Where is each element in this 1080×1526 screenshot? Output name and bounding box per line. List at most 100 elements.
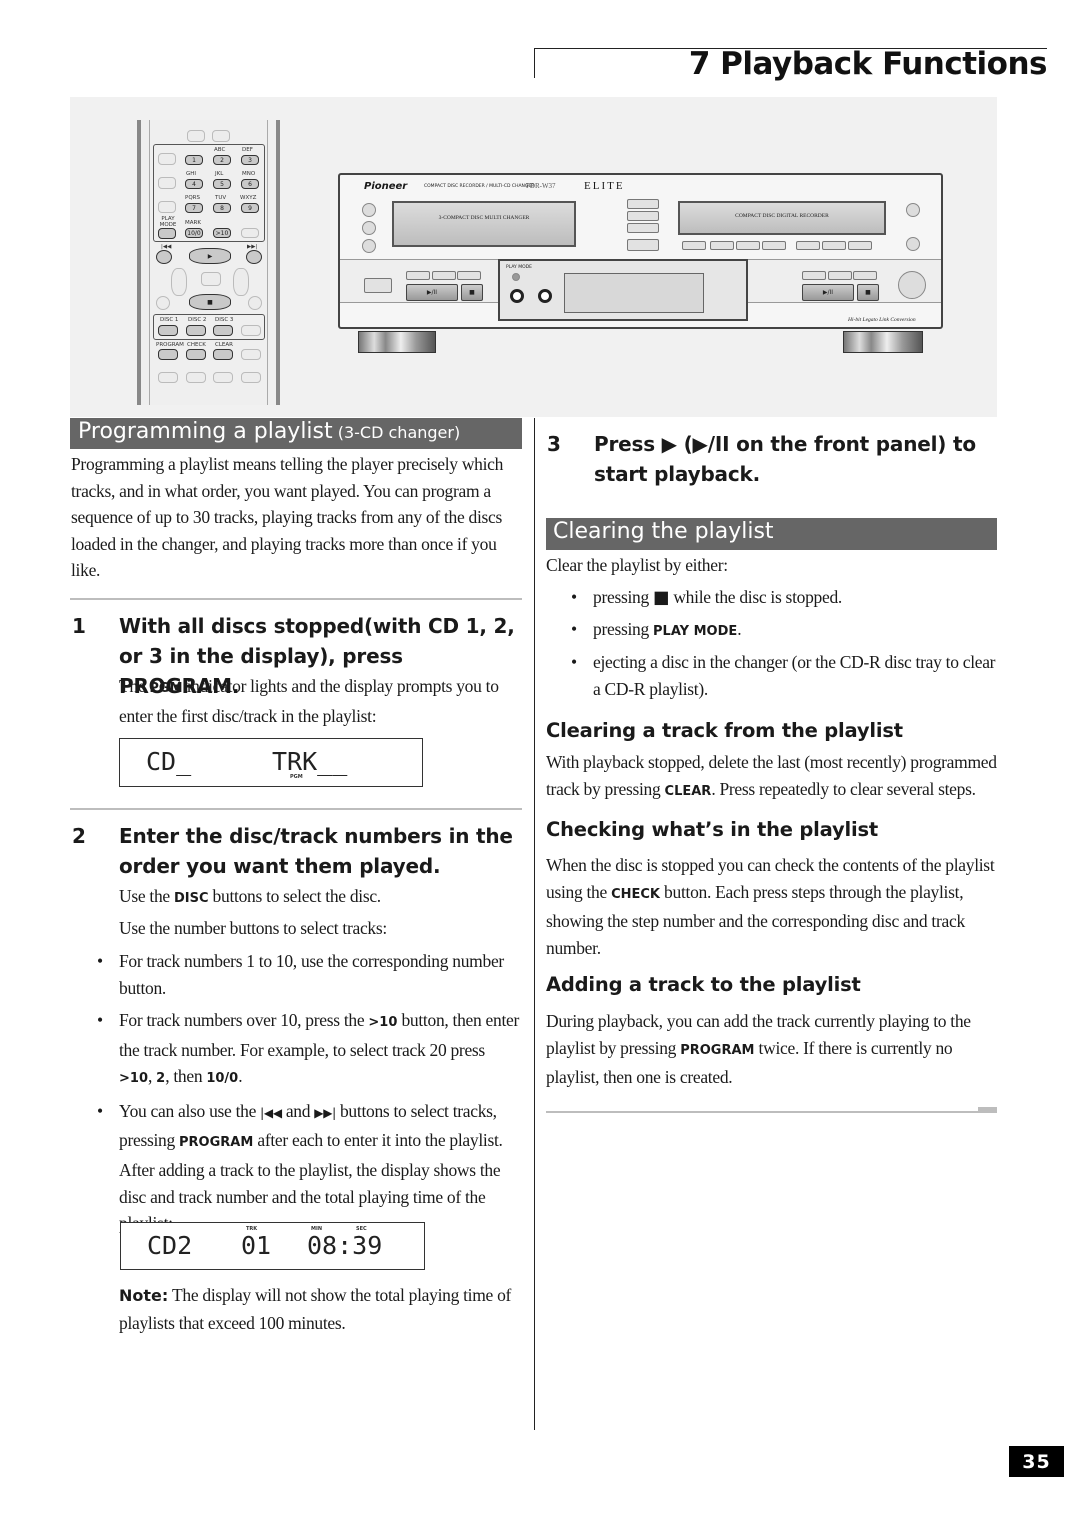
deck-button xyxy=(627,239,659,251)
section-title: Clearing the playlist xyxy=(553,519,774,544)
lcd-disc: CD_ xyxy=(146,747,192,776)
key-2: 2 xyxy=(213,155,231,165)
section-title: Programming a playlist xyxy=(78,419,333,444)
deck-button xyxy=(828,271,852,280)
adding-heading: Adding a track to the playlist xyxy=(546,973,861,996)
clear-label: CLEAR xyxy=(215,342,233,348)
program-term: PROGRAM xyxy=(680,1042,755,1058)
step-2-line-2: Use the number buttons to select tracks: xyxy=(119,918,387,938)
knob xyxy=(906,237,920,251)
mark-label: MARK xyxy=(185,220,201,226)
clearing-intro: Clear the playlist by either: xyxy=(546,555,728,575)
prev-track-icon: |◀◀ xyxy=(260,1106,282,1120)
model-line: COMPACT DISC RECORDER / MULTI-CD CHANGER xyxy=(424,184,535,189)
step-1-text: The PGM indicator lights and the display… xyxy=(119,676,499,726)
deck-button xyxy=(627,223,659,233)
clear-track-heading: Clearing a track from the playlist xyxy=(546,719,903,742)
bullet-item: • For track numbers 1 to 10, use the corr… xyxy=(97,951,504,998)
key-letters: JKL xyxy=(215,171,224,177)
recorder-stop-button: ■ xyxy=(857,284,879,301)
key-5: 5 xyxy=(213,179,231,189)
page-number: 35 xyxy=(1009,1446,1064,1477)
volume-knob xyxy=(898,271,926,299)
step-heading-line: order you want them played. xyxy=(119,854,441,878)
remote-blank-button xyxy=(187,130,205,142)
note-label: Note: xyxy=(119,1286,169,1305)
key-6: 6 xyxy=(241,179,259,189)
play-mode-label: PLAY MODE xyxy=(506,265,532,270)
knob xyxy=(362,239,376,253)
key-3: 3 xyxy=(241,155,259,165)
divider xyxy=(70,598,522,600)
remote-blank-button xyxy=(201,272,221,286)
program-label: PROGRAM xyxy=(156,342,184,348)
check-label: CHECK xyxy=(187,342,206,348)
remote-blank-button xyxy=(186,372,206,383)
next-track-key xyxy=(246,250,262,264)
deck-button xyxy=(848,241,872,250)
deck-button xyxy=(853,271,877,280)
play-mode-button xyxy=(512,273,520,281)
play-mode-label: PLAY MODE xyxy=(159,216,177,228)
display-panel: PLAY MODE xyxy=(498,259,748,321)
knob xyxy=(362,203,376,217)
key-10-0: 10/0 xyxy=(185,228,203,238)
disc-1-label: DISC 1 xyxy=(160,317,179,323)
bullet-item: • pressing PLAY MODE. xyxy=(571,619,742,639)
disc-2-key xyxy=(186,325,206,336)
section-header-clearing: Clearing the playlist xyxy=(546,518,997,550)
pgm-term: PGM xyxy=(149,681,183,696)
deck-button xyxy=(802,271,826,280)
deck-foot xyxy=(843,331,923,353)
clear-key xyxy=(213,349,233,360)
remote-blank-button xyxy=(158,177,176,189)
remote-blank-button xyxy=(158,153,176,165)
deck-button xyxy=(736,241,760,250)
step-2-heading: Enter the disc/track numbers in the orde… xyxy=(119,821,529,881)
fluorescent-display xyxy=(564,273,704,313)
check-term: CHECK xyxy=(611,886,660,902)
note: Note: The display will not show the tota… xyxy=(119,1285,512,1333)
pgm-indicator: PGM xyxy=(290,774,303,780)
key-letters: MNO xyxy=(242,171,256,177)
step-heading-line: start playback. xyxy=(594,462,761,486)
clear-track-text: With playback stopped, delete the last (… xyxy=(546,752,997,799)
recorder-tray: COMPACT DISC DIGITAL RECORDER xyxy=(678,201,886,235)
stop-key: ■ xyxy=(189,294,231,310)
divider xyxy=(70,808,522,810)
prev-track-key xyxy=(156,250,172,264)
step-2-line-1: Use the DISC buttons to select the disc. xyxy=(119,886,381,906)
deck-button xyxy=(627,211,659,221)
key-letters: DEF xyxy=(242,147,253,153)
play-mode-key xyxy=(158,228,176,239)
deck-button xyxy=(710,241,734,250)
step-number: 2 xyxy=(72,824,86,848)
step-number: 3 xyxy=(547,432,561,456)
knob xyxy=(362,221,376,235)
disc-2-label: DISC 2 xyxy=(188,317,207,323)
step-heading-line: With all discs stopped(with CD 1, 2, xyxy=(119,614,515,638)
mic-jack xyxy=(538,289,552,303)
recorder-tray-label: COMPACT DISC DIGITAL RECORDER xyxy=(735,213,829,219)
bullet-item: • For track numbers over 10, press the >1… xyxy=(97,1010,520,1086)
lcd-display-empty: CD_ TRK__ PGM xyxy=(119,738,423,787)
remote-blank-button xyxy=(248,296,262,310)
clear-term: CLEAR xyxy=(664,783,712,799)
key-9: 9 xyxy=(241,203,259,213)
knob xyxy=(906,203,920,217)
remote-blank-button xyxy=(213,372,233,383)
header-tick xyxy=(534,48,535,78)
key-letters: TUV xyxy=(215,195,227,201)
bullet-item: • You can also use the |◀◀ and ▶▶| button… xyxy=(97,1101,503,1150)
deck-button xyxy=(682,241,706,250)
chapter-title: 7 Playback Functions xyxy=(688,46,1048,82)
section-subtitle: (3-CD changer) xyxy=(337,423,461,442)
disc-3-label: DISC 3 xyxy=(215,317,234,323)
play-key: ▶ xyxy=(189,248,231,264)
lcd-track: TRK__ xyxy=(272,747,348,776)
remote-blank-button xyxy=(241,228,259,238)
checking-heading: Checking what’s in the playlist xyxy=(546,818,879,841)
key-letters: ABC xyxy=(214,147,226,153)
column-divider xyxy=(534,418,535,1430)
lcd-time: 08:39 xyxy=(307,1231,383,1260)
